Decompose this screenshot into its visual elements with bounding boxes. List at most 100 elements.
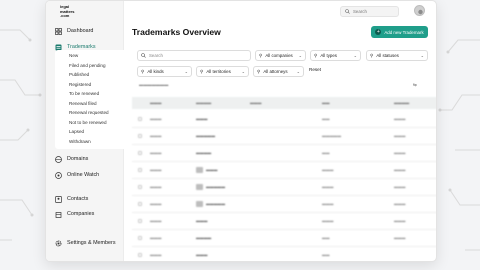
table-cell: ▬▬▬: [322, 202, 334, 206]
table-cell: ▬▬▬: [394, 151, 406, 155]
watch-icon: [55, 171, 62, 179]
chevron-down-icon: ⌄: [241, 69, 245, 74]
sidebar-item-label: Dashboard: [67, 28, 94, 34]
statuses-filter[interactable]: ⚲ All statuses ⌄: [366, 50, 428, 61]
row-checkbox[interactable]: [138, 134, 142, 138]
table-row[interactable]: ▬▬▬ ▬▬▬ ▬▬: [132, 247, 436, 261]
chevron-down-icon: ⌄: [184, 69, 188, 74]
sidebar-item-online-watch[interactable]: Online Watch: [55, 170, 99, 180]
row-checkbox[interactable]: [138, 117, 142, 121]
table-cell: ▬▬: [322, 236, 330, 240]
column-header: ▬▬: [322, 101, 330, 105]
status-item-registered[interactable]: Registered: [69, 82, 91, 87]
table-cell: ▬▬▬: [394, 168, 406, 172]
sidebar-item-settings[interactable]: Settings & Members: [55, 238, 116, 248]
sidebar-item-label: Settings & Members: [67, 240, 116, 246]
status-item-filed-pending[interactable]: Filed and pending: [69, 63, 106, 68]
table-row[interactable]: ▬▬▬ ▬▬▬ ▬▬ ▬▬▬: [132, 111, 436, 128]
types-filter[interactable]: ⚲ All types ⌄: [310, 50, 361, 61]
table-cell: ▬▬▬: [150, 219, 162, 223]
filter-icon: ⚲: [141, 68, 145, 74]
status-item-withdrawn[interactable]: Withdrawn: [69, 139, 91, 144]
column-header: ▬▬▬: [150, 101, 162, 105]
companies-filter[interactable]: ⚲ All companies ⌄: [255, 50, 306, 61]
row-checkbox[interactable]: [138, 185, 142, 189]
table-cell: ▬▬▬: [150, 134, 162, 138]
table-cell: ▬▬: [322, 253, 330, 257]
table-cell: ▬▬▬: [196, 117, 208, 121]
global-search-input[interactable]: Search: [340, 6, 399, 17]
global-search-placeholder: Search: [353, 9, 367, 14]
status-item-new[interactable]: New: [69, 53, 78, 58]
row-checkbox[interactable]: [138, 202, 142, 206]
table-cell: ▬▬▬: [206, 168, 218, 172]
filter-icon: ⚲: [370, 52, 374, 58]
trademark-search-input[interactable]: Search: [137, 50, 251, 61]
attorneys-filter-label: All attorneys: [263, 69, 288, 74]
table-cell: ▬▬▬▬▬: [322, 134, 341, 138]
table-row[interactable]: ▬▬▬ ▬▬▬▬ ▬▬ ▬▬▬: [132, 145, 436, 162]
kinds-filter[interactable]: ⚲ All kinds ⌄: [137, 66, 192, 77]
status-item-renewal-requested[interactable]: Renewal requested: [69, 110, 109, 115]
columns-icon[interactable]: ⇆: [413, 82, 417, 88]
domains-icon: [55, 155, 62, 163]
table-cell: ▬▬▬: [150, 168, 162, 172]
table-row[interactable]: ▬▬▬ ▬▬▬▬▬ ▬▬▬ ▬▬▬: [132, 196, 436, 213]
sidebar-item-contacts[interactable]: Contacts: [55, 194, 88, 204]
table-cell: ▬▬▬: [394, 117, 406, 121]
table-cell: ▬▬▬: [150, 253, 162, 257]
table-cell: ▬▬▬: [394, 219, 406, 223]
row-checkbox[interactable]: [138, 168, 142, 172]
table-row[interactable]: ▬▬▬ ▬▬▬▬ ▬▬ ▬▬▬: [132, 230, 436, 247]
row-checkbox[interactable]: [138, 219, 142, 223]
page-title: Trademarks Overview: [132, 27, 221, 37]
trademarks-table: ▬▬▬ ▬▬▬▬ ▬▬▬ ▬▬ ▬▬▬▬ ▬▬▬ ▬▬▬ ▬▬ ▬▬▬ ▬▬▬ …: [132, 97, 436, 261]
table-header: ▬▬▬ ▬▬▬▬ ▬▬▬ ▬▬ ▬▬▬▬: [132, 97, 436, 109]
statuses-filter-label: All statuses: [376, 53, 399, 58]
trademark-status-submenu: New Filed and pending Published Register…: [55, 50, 124, 149]
row-checkbox[interactable]: [138, 253, 142, 257]
table-row[interactable]: ▬▬▬ ▬▬▬ ▬▬▬ ▬▬▬: [132, 162, 436, 179]
attorneys-filter[interactable]: ⚲ All attorneys ⌄: [253, 66, 304, 77]
status-item-published[interactable]: Published: [69, 72, 89, 77]
table-row[interactable]: ▬▬▬ ▬▬▬ ▬▬▬ ▬▬▬: [132, 213, 436, 230]
status-item-to-be-renewed[interactable]: To be renewed: [69, 91, 99, 96]
sidebar-item-dashboard[interactable]: Dashboard: [55, 26, 93, 36]
logo[interactable]: legal matters .com: [60, 4, 80, 21]
table-cell: ▬▬▬: [150, 117, 162, 121]
types-filter-label: All types: [320, 53, 337, 58]
status-item-renewal-filed[interactable]: Renewal filed: [69, 101, 97, 106]
table-cell: ▬▬▬▬▬: [206, 202, 225, 206]
sidebar-item-label: Domains: [67, 156, 89, 162]
avatar[interactable]: [414, 5, 425, 16]
sidebar: legal matters .com Dashboard Trademarks …: [46, 1, 124, 261]
sidebar-item-domains[interactable]: Domains: [55, 154, 88, 164]
table-cell: ▬▬▬: [196, 219, 208, 223]
table-cell: ▬▬: [322, 117, 330, 121]
companies-filter-label: All companies: [265, 53, 293, 58]
table-cell: ▬▬▬: [394, 134, 406, 138]
sidebar-item-label: Companies: [67, 211, 95, 217]
logo-text: legal matters .com: [60, 4, 75, 19]
table-cell: ▬▬▬: [322, 168, 334, 172]
row-checkbox[interactable]: [138, 151, 142, 155]
settings-icon: [55, 239, 62, 247]
territories-filter[interactable]: ⚲ All territories ⌄: [196, 66, 249, 77]
column-header: ▬▬▬▬: [196, 101, 212, 105]
app-window: legal matters .com Dashboard Trademarks …: [45, 0, 437, 262]
filter-icon: ⚲: [257, 68, 261, 74]
column-header: ▬▬▬: [250, 101, 262, 105]
sidebar-item-companies[interactable]: Companies: [55, 209, 94, 219]
table-cell: ▬▬▬: [394, 185, 406, 189]
add-trademark-button[interactable]: + Add new Trademark: [371, 26, 428, 38]
territories-filter-label: All territories: [206, 69, 231, 74]
table-row[interactable]: ▬▬▬ ▬▬▬▬▬ ▬▬▬ ▬▬▬: [132, 179, 436, 196]
reset-filters-button[interactable]: Reset: [309, 67, 321, 72]
row-checkbox[interactable]: [138, 236, 142, 240]
status-item-lapsed[interactable]: Lapsed: [69, 129, 84, 134]
chevron-down-icon: ⌄: [353, 53, 357, 58]
table-cell: ▬▬▬: [150, 151, 162, 155]
status-item-not-to-be-renewed[interactable]: Not to be renewed: [69, 120, 107, 125]
table-row[interactable]: ▬▬▬ ▬▬▬▬▬ ▬▬▬▬▬ ▬▬▬: [132, 128, 436, 145]
advanced-search-link[interactable]: ▬▬▬▬▬▬▬: [139, 82, 168, 87]
